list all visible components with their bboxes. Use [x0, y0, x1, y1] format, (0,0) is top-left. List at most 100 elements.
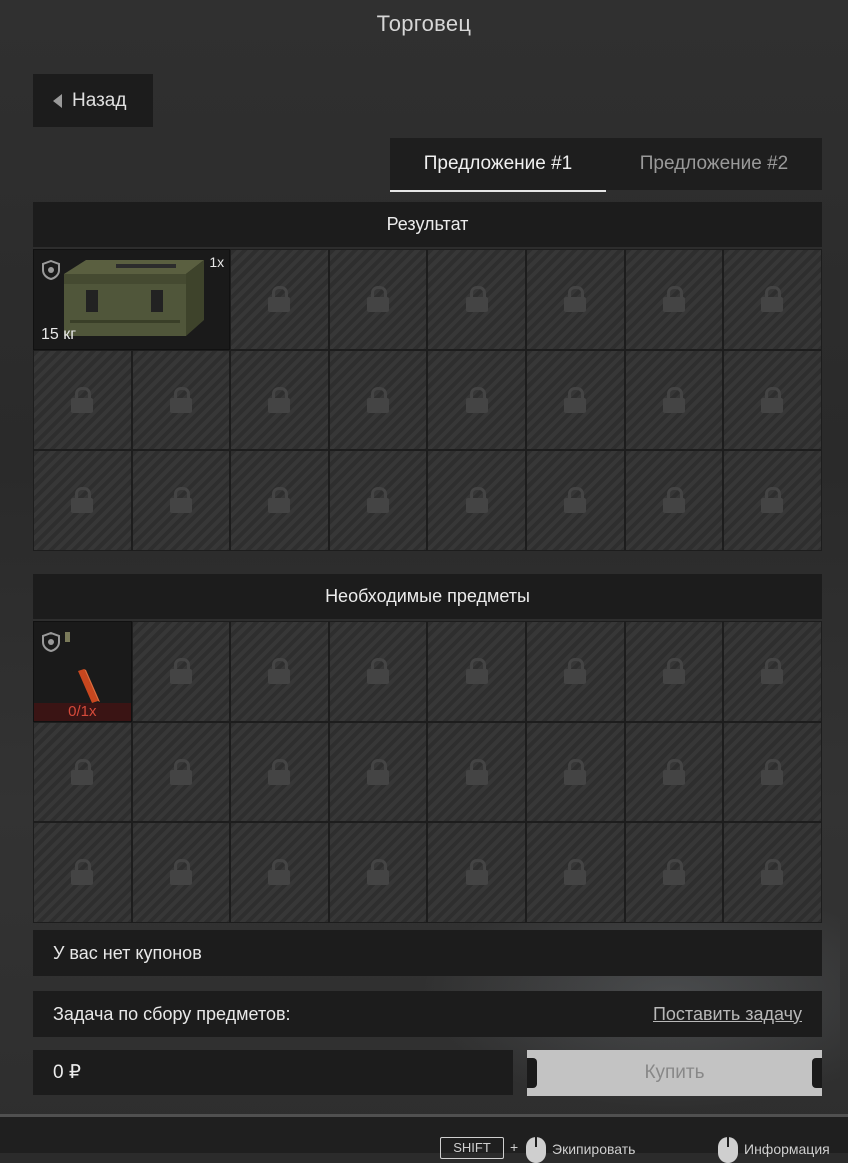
- mouse-left-icon: [718, 1137, 738, 1163]
- lock-icon: [367, 859, 390, 886]
- lock-icon: [465, 859, 488, 886]
- shield-icon: [42, 632, 60, 652]
- locked-slot: [624, 822, 724, 923]
- lock-icon: [268, 286, 291, 313]
- locked-slot: [33, 721, 132, 823]
- locked-slot: [525, 249, 625, 350]
- locked-slot: [131, 450, 231, 551]
- lock-icon: [564, 658, 587, 685]
- lock-icon: [662, 658, 685, 685]
- locked-slot: [328, 721, 428, 823]
- locked-slot: [328, 450, 428, 551]
- locked-slot: [131, 822, 231, 923]
- locked-slot: [33, 450, 132, 551]
- item-weight: 15 кг: [41, 325, 77, 343]
- lock-icon: [465, 487, 488, 514]
- locked-slot: [230, 721, 329, 823]
- lock-icon: [268, 758, 291, 785]
- info-hint: Информация: [744, 1141, 830, 1157]
- buy-button[interactable]: Купить: [527, 1050, 822, 1096]
- locked-slot: [624, 721, 724, 823]
- locked-slot: [328, 349, 428, 451]
- locked-slot: [525, 822, 625, 923]
- lock-icon: [169, 859, 192, 886]
- locked-slot: [328, 621, 428, 722]
- equip-hint: Экипировать: [552, 1141, 636, 1157]
- lock-icon: [71, 859, 94, 886]
- lock-icon: [761, 859, 784, 886]
- offer-tabs: Предложение #1 Предложение #2: [390, 138, 822, 192]
- locked-slot: [131, 621, 231, 722]
- locked-slot: [230, 249, 329, 350]
- locked-slot: [723, 621, 822, 722]
- lock-icon: [71, 758, 94, 785]
- locked-slot: [328, 249, 428, 350]
- window-title: Торговец: [376, 11, 472, 36]
- lock-icon: [268, 386, 291, 413]
- locked-slot: [723, 349, 822, 451]
- result-item-ammo-crate[interactable]: 1x 15 кг: [33, 249, 231, 350]
- back-label: Назад: [72, 89, 127, 111]
- locked-slot: [33, 822, 132, 923]
- locked-slot: [328, 822, 428, 923]
- locked-slot: [33, 349, 132, 451]
- locked-slot: [427, 249, 526, 350]
- tab-offer-1[interactable]: Предложение #1: [390, 138, 606, 192]
- required-item-slot[interactable]: 0/1x: [33, 621, 132, 722]
- lock-icon: [268, 487, 291, 514]
- red-stick-icon: [78, 669, 100, 703]
- lock-icon: [169, 386, 192, 413]
- lock-icon: [662, 487, 685, 514]
- locked-slot: [427, 450, 526, 551]
- lock-icon: [761, 386, 784, 413]
- lock-icon: [268, 859, 291, 886]
- locked-slot: [427, 621, 526, 722]
- lock-icon: [367, 658, 390, 685]
- lock-icon: [564, 286, 587, 313]
- lock-icon: [761, 658, 784, 685]
- locked-slot: [723, 822, 822, 923]
- lock-icon: [71, 386, 94, 413]
- set-task-link[interactable]: Поставить задачу: [653, 1004, 802, 1025]
- locked-slot: [723, 249, 822, 350]
- locked-slot: [624, 349, 724, 451]
- locked-slot: [230, 349, 329, 451]
- lock-icon: [169, 658, 192, 685]
- lock-icon: [367, 487, 390, 514]
- locked-slot: [230, 450, 329, 551]
- task-label: Задача по сбору предметов:: [53, 1003, 291, 1024]
- lock-icon: [662, 386, 685, 413]
- lock-icon: [564, 386, 587, 413]
- lock-icon: [367, 758, 390, 785]
- collection-task-row: Задача по сбору предметов: Поставить зад…: [33, 991, 822, 1037]
- locked-slot: [525, 721, 625, 823]
- result-grid: 1x 15 кг: [33, 249, 822, 551]
- lock-icon: [465, 658, 488, 685]
- locked-slot: [723, 450, 822, 551]
- coupons-row: У вас нет купонов: [33, 930, 822, 976]
- buy-label: Купить: [644, 1062, 705, 1083]
- locked-slot: [230, 822, 329, 923]
- required-header: Необходимые предметы: [33, 574, 822, 619]
- locked-slot: [525, 450, 625, 551]
- mouse-right-icon: [526, 1137, 546, 1163]
- tab-offer-2[interactable]: Предложение #2: [606, 138, 822, 190]
- back-button[interactable]: Назад: [33, 74, 153, 127]
- control-hints: SHIFT + Экипировать Информация: [0, 1117, 848, 1163]
- lock-icon: [465, 386, 488, 413]
- item-quantity: 1x: [209, 254, 225, 270]
- lock-icon: [662, 758, 685, 785]
- lock-icon: [761, 758, 784, 785]
- ammo-crate-icon: [64, 260, 204, 336]
- locked-slot: [131, 349, 231, 451]
- lock-icon: [71, 487, 94, 514]
- shift-key-hint: SHIFT: [440, 1137, 504, 1159]
- lock-icon: [465, 286, 488, 313]
- lock-icon: [367, 386, 390, 413]
- locked-slot: [525, 621, 625, 722]
- locked-slot: [230, 621, 329, 722]
- locked-slot: [427, 349, 526, 451]
- locked-slot: [723, 721, 822, 823]
- required-grid: 0/1x: [33, 621, 822, 923]
- coupons-text: У вас нет купонов: [53, 942, 202, 963]
